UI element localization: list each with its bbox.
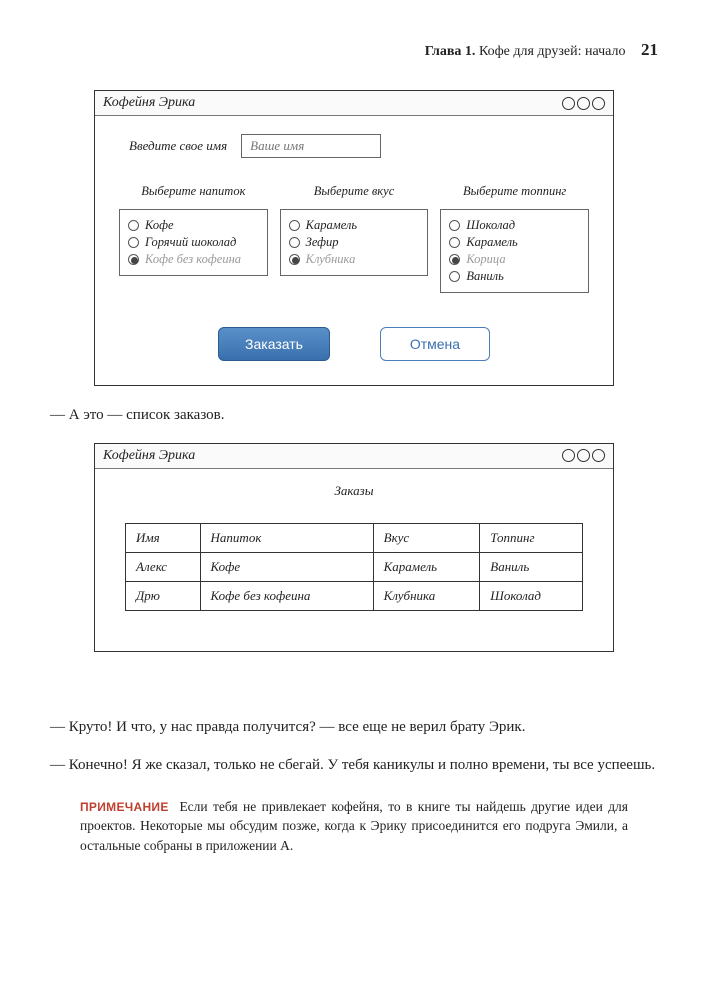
table-cell: Карамель (373, 552, 480, 581)
window-control-icon[interactable] (562, 97, 575, 110)
column-label-flavors: Выберите вкус (280, 184, 429, 199)
note-label: ПРИМЕЧАНИЕ (80, 800, 169, 814)
page-header: Глава 1. Кофе для друзей: начало 21 (50, 40, 658, 60)
name-input[interactable] (241, 134, 381, 158)
column-label-toppings: Выберите топпинг (440, 184, 589, 199)
radio-label: Корица (466, 252, 505, 267)
chapter-title: Кофе для друзей: начало (475, 44, 625, 59)
window-control-icon[interactable] (592, 449, 605, 462)
table-cell: Клубника (373, 581, 480, 610)
page-number: 21 (641, 40, 658, 59)
radio-option[interactable]: Карамель (449, 235, 580, 250)
orders-list-mockup: Кофейня Эрика Заказы Имя Напиток Вкус То… (94, 443, 614, 652)
radio-label: Кофе без кофеина (145, 252, 241, 267)
window-title: Кофейня Эрика (103, 95, 195, 111)
window-controls (562, 97, 605, 110)
table-header-row: Имя Напиток Вкус Топпинг (126, 523, 583, 552)
radio-label: Карамель (466, 235, 517, 250)
toppings-group: Шоколад Карамель Корица Ваниль (440, 209, 589, 293)
radio-option[interactable]: Шоколад (449, 218, 580, 233)
radio-option[interactable]: Клубника (289, 252, 420, 267)
chapter-label: Глава 1. (425, 44, 476, 59)
radio-option[interactable]: Горячий шоколад (128, 235, 259, 250)
orders-heading: Заказы (125, 483, 583, 499)
column-label-drinks: Выберите напиток (119, 184, 268, 199)
drinks-group: Кофе Горячий шоколад Кофе без кофеина (119, 209, 268, 276)
window-control-icon[interactable] (562, 449, 575, 462)
table-cell: Кофе (200, 552, 373, 581)
table-cell: Кофе без кофеина (200, 581, 373, 610)
table-header: Напиток (200, 523, 373, 552)
radio-option[interactable]: Карамель (289, 218, 420, 233)
radio-option[interactable]: Ваниль (449, 269, 580, 284)
window-titlebar: Кофейня Эрика (95, 91, 613, 116)
window-control-icon[interactable] (592, 97, 605, 110)
body-paragraph: — Круто! И что, у нас правда получится? … (50, 716, 658, 739)
order-form-mockup: Кофейня Эрика Введите свое имя Выберите … (94, 90, 614, 386)
radio-label: Кофе (145, 218, 174, 233)
radio-option[interactable]: Корица (449, 252, 580, 267)
body-paragraph: — А это — список заказов. (50, 404, 658, 427)
table-cell: Алекс (126, 552, 201, 581)
radio-icon (128, 254, 139, 265)
window-titlebar: Кофейня Эрика (95, 444, 613, 469)
flavors-group: Карамель Зефир Клубника (280, 209, 429, 276)
cancel-button[interactable]: Отмена (380, 327, 490, 361)
radio-option[interactable]: Зефир (289, 235, 420, 250)
order-button[interactable]: Заказать (218, 327, 330, 361)
radio-label: Зефир (306, 235, 339, 250)
table-row: Дрю Кофе без кофеина Клубника Шоколад (126, 581, 583, 610)
radio-icon (128, 237, 139, 248)
table-cell: Дрю (126, 581, 201, 610)
table-header: Вкус (373, 523, 480, 552)
radio-icon (128, 220, 139, 231)
window-controls (562, 449, 605, 462)
radio-icon (289, 254, 300, 265)
table-cell: Ваниль (480, 552, 583, 581)
radio-icon (289, 220, 300, 231)
name-label: Введите свое имя (129, 138, 227, 154)
radio-label: Ваниль (466, 269, 503, 284)
radio-icon (289, 237, 300, 248)
radio-label: Карамель (306, 218, 357, 233)
window-title: Кофейня Эрика (103, 448, 195, 464)
radio-label: Горячий шоколад (145, 235, 236, 250)
radio-icon (449, 237, 460, 248)
radio-option[interactable]: Кофе без кофеина (128, 252, 259, 267)
radio-icon (449, 254, 460, 265)
orders-table: Имя Напиток Вкус Топпинг Алекс Кофе Кара… (125, 523, 583, 611)
table-header: Топпинг (480, 523, 583, 552)
window-control-icon[interactable] (577, 97, 590, 110)
table-row: Алекс Кофе Карамель Ваниль (126, 552, 583, 581)
note-block: ПРИМЕЧАНИЕ Если тебя не привлекает кофей… (80, 797, 628, 856)
radio-label: Шоколад (466, 218, 515, 233)
radio-icon (449, 220, 460, 231)
radio-label: Клубника (306, 252, 356, 267)
body-paragraph: — Конечно! Я же сказал, только не сбегай… (50, 754, 658, 777)
window-control-icon[interactable] (577, 449, 590, 462)
radio-icon (449, 271, 460, 282)
table-header: Имя (126, 523, 201, 552)
table-cell: Шоколад (480, 581, 583, 610)
radio-option[interactable]: Кофе (128, 218, 259, 233)
